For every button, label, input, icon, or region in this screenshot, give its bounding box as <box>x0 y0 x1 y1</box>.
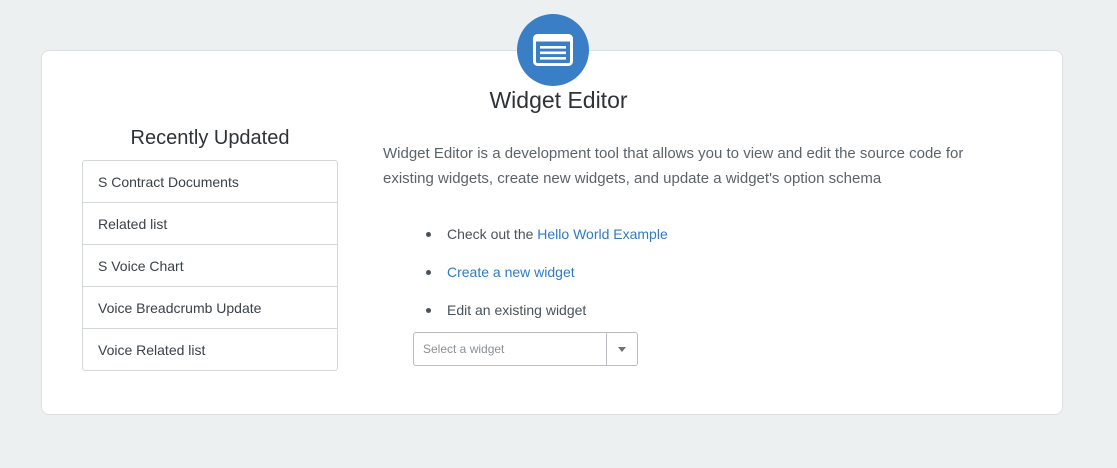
create-widget-bullet: Create a new widget <box>424 259 668 297</box>
edit-widget-text: Edit an existing widget <box>447 302 587 318</box>
widget-select-placeholder: Select a widget <box>423 342 505 356</box>
recent-item-voice-breadcrumb-update[interactable]: Voice Breadcrumb Update <box>83 287 337 329</box>
bullet-dot <box>426 270 431 275</box>
edit-widget-bullet: Edit an existing widget <box>424 297 668 335</box>
hello-world-bullet: Check out the Hello World Example <box>424 221 668 259</box>
action-list: Check out the Hello World Example Create… <box>424 221 668 335</box>
recently-updated-list: S Contract Documents Related list S Voic… <box>82 160 338 371</box>
recent-item-s-contract-documents[interactable]: S Contract Documents <box>83 161 337 203</box>
recently-updated-heading: Recently Updated <box>130 127 290 149</box>
recent-item-voice-related-list[interactable]: Voice Related list <box>83 329 337 370</box>
recent-item-s-voice-chart[interactable]: S Voice Chart <box>83 245 337 287</box>
page-title: Widget Editor <box>489 87 628 113</box>
bullet-dot <box>426 232 431 237</box>
bullet-dot <box>426 308 431 313</box>
create-widget-link[interactable]: Create a new widget <box>447 264 575 280</box>
hello-world-prefix: Check out the <box>447 226 538 242</box>
widget-list-icon <box>517 14 589 86</box>
recent-item-related-list[interactable]: Related list <box>83 203 337 245</box>
editor-description: Widget Editor is a development tool that… <box>383 145 964 187</box>
page: Widget Editor Recently Updated S Contrac… <box>0 0 1117 468</box>
hello-world-link[interactable]: Hello World Example <box>537 226 667 242</box>
caret-down-icon <box>618 340 626 358</box>
widget-select[interactable]: Select a widget <box>413 332 638 366</box>
widget-select-toggle[interactable] <box>606 333 637 365</box>
